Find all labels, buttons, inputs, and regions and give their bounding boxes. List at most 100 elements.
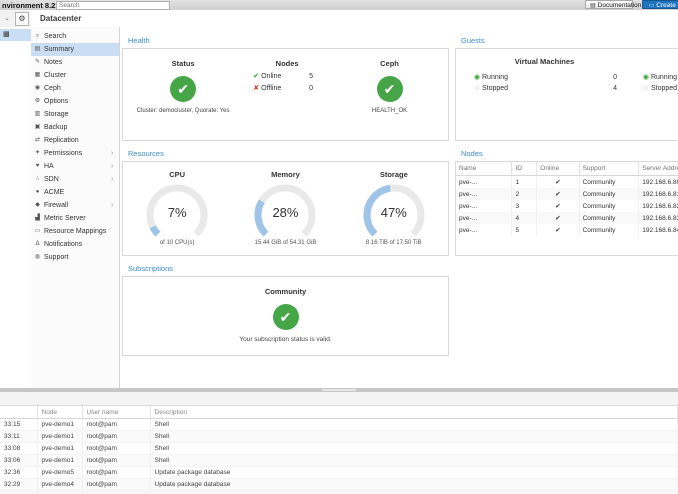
sidebar-item-resource-mappings[interactable]: ▭Resource Mappings (31, 225, 119, 238)
tree-item-datacenter[interactable]: ▩ (0, 29, 31, 41)
node-support: Community (579, 200, 639, 212)
documentation-button[interactable]: ▤Documentation (585, 0, 633, 9)
log-column-header-user-name[interactable]: User name (82, 406, 150, 419)
lxc-stopped-label: Stopped (651, 85, 678, 92)
sidebar-item-ceph[interactable]: ◉Ceph (31, 82, 119, 95)
book-icon: ▤ (590, 3, 596, 9)
replication-icon: ⇄ (31, 134, 44, 147)
nodes-table-header: NameIDOnlineSupportServer AddressCPU usa… (456, 162, 678, 176)
page-header: Datacenter (31, 10, 678, 28)
sidebar-item-sdn[interactable]: ∴SDN› (31, 173, 119, 186)
lxc-guests-section: LXC ◉ Running ○ Stopped (635, 57, 678, 140)
book-icon: ▤ (31, 43, 44, 56)
sidebar-item-search[interactable]: ⌕Search (31, 30, 119, 43)
sidebar-item-firewall[interactable]: ◆Firewall› (31, 199, 119, 212)
node-row[interactable]: pve-...1✔Community192.168.6.808% (456, 176, 678, 189)
online-label: Online (261, 73, 309, 80)
node-row[interactable]: pve-...4✔Community192.168.6.836% (456, 212, 678, 224)
task-user: root@pam (82, 479, 150, 491)
task-log-row[interactable]: 33:15pve-demo1root@pamShell (0, 419, 678, 431)
task-log-table: NodeUser nameDescription 33:15pve-demo1r… (0, 406, 678, 491)
sidebar-item-label: Notes (44, 56, 111, 69)
resource-tree[interactable]: ▩ (0, 27, 32, 388)
tree-settings-button[interactable]: ⚙ (15, 12, 29, 26)
submenu-arrow-icon: › (111, 160, 119, 173)
column-header-online[interactable]: Online (537, 162, 579, 176)
offline-label: Offline (261, 85, 309, 92)
gauge-percent: 28% (235, 205, 335, 220)
resources-panel-title: Resources (122, 146, 449, 161)
column-header-id[interactable]: ID (512, 162, 537, 176)
guests-panel: Guests Virtual Machines ◉ Running 0 ○ St… (455, 33, 678, 141)
sidebar-item-cluster[interactable]: ▦Cluster (31, 69, 119, 82)
task-user: root@pam (82, 467, 150, 479)
sidebar-item-notifications[interactable]: ΔNotifications (31, 238, 119, 251)
log-column-header-description[interactable]: Description (150, 406, 678, 419)
task-log-row[interactable]: 33:08pve-demo1root@pamShell (0, 443, 678, 455)
node-id: 1 (512, 176, 537, 189)
column-header-server-address[interactable]: Server Address (639, 162, 678, 176)
health-panel-box: Status ✔ Cluster: democluster, Quorate: … (122, 48, 449, 141)
create-vm-button[interactable]: ▭Create VM (642, 0, 678, 9)
sidebar-item-replication[interactable]: ⇄Replication (31, 134, 119, 147)
sidebar-item-label: ACME (44, 186, 111, 199)
task-description: Update package database (150, 467, 678, 479)
node-support: Community (579, 176, 639, 189)
sidebar-item-label: Resource Mappings (44, 225, 111, 238)
network-icon: ∴ (31, 173, 44, 186)
sidebar-item-storage[interactable]: ▥Storage (31, 108, 119, 121)
vm-stopped-row: ○ Stopped 4 (466, 85, 623, 92)
sidebar-item-label: Firewall (44, 199, 111, 212)
bell-icon: Δ (31, 238, 44, 251)
sidebar-item-options[interactable]: ⚙Options (31, 95, 119, 108)
task-log-row[interactable]: 33:11pve-demo1root@pamShell (0, 431, 678, 443)
log-column-header-time[interactable] (0, 406, 37, 419)
sidebar-item-label: Storage (44, 108, 111, 121)
sidebar-item-permissions[interactable]: ✦Permissions› (31, 147, 119, 160)
sidebar-item-notes[interactable]: ✎Notes (31, 56, 119, 69)
lxc-stopped-row: ○ Stopped (635, 85, 678, 92)
node-id: 4 (512, 212, 537, 224)
sidebar-item-backup[interactable]: ▣Backup (31, 121, 119, 134)
lifering-icon: ◍ (31, 251, 44, 264)
node-name: pve-... (456, 224, 512, 236)
sidebar-item-metric-server[interactable]: ▟Metric Server (31, 212, 119, 225)
gauge-arc: 28% (235, 181, 335, 239)
sidebar-item-support[interactable]: ◍Support (31, 251, 119, 264)
proxmox-app: nvironment 8.2.1 ▤Documentation ▭Create … (0, 0, 678, 494)
task-log-row[interactable]: 33:06pve-demo1root@pamShell (0, 455, 678, 467)
node-row[interactable]: pve-...5✔Community192.168.6.847% (456, 224, 678, 236)
datacenter-menu: ⌕Search▤Summary✎Notes▦Cluster◉Ceph⚙Optio… (31, 27, 120, 388)
sidebar-item-label: SDN (44, 173, 111, 186)
sidebar-item-acme[interactable]: ●ACME (31, 186, 119, 199)
node-id: 3 (512, 200, 537, 212)
submenu-arrow-icon: › (111, 199, 119, 212)
sidebar-item-label: Replication (44, 134, 111, 147)
ceph-ok-icon: ✔ (377, 76, 403, 102)
gauge-heading: Storage (340, 170, 448, 179)
guests-panel-box: Virtual Machines ◉ Running 0 ○ Stopped 4 (455, 48, 678, 141)
sidebar-item-label: Support (44, 251, 111, 264)
chevron-down-icon[interactable]: ⌄ (4, 14, 10, 22)
sidebar-item-ha[interactable]: ♥HA› (31, 160, 119, 173)
task-log-row[interactable]: 32:29pve-demo4root@pamUpdate package dat… (0, 479, 678, 491)
sidebar-item-summary[interactable]: ▤Summary (31, 43, 119, 56)
submenu-arrow-icon: › (111, 147, 119, 160)
tree-controls: ⌄ ⚙ (0, 10, 32, 28)
folder-icon: ▭ (31, 225, 44, 238)
search-input[interactable] (56, 1, 170, 10)
subscription-ok-icon: ✔ (273, 304, 299, 330)
gauge-caption: 8.16 TiB of 17.50 TiB (340, 240, 448, 246)
subscriptions-panel: Subscriptions Community ✔ Your subscript… (122, 261, 449, 356)
task-log-header: NodeUser nameDescription (0, 406, 678, 419)
gauge-percent: 7% (127, 205, 227, 220)
task-log-row[interactable]: 32:36pve-demo5root@pamUpdate package dat… (0, 467, 678, 479)
log-column-header-node[interactable]: Node (37, 406, 82, 419)
sidebar-item-label: Permissions (44, 147, 111, 160)
node-row[interactable]: pve-...3✔Community192.168.6.826% (456, 200, 678, 212)
node-row[interactable]: pve-...2✔Community192.168.6.817% (456, 188, 678, 200)
resources-panel: Resources CPU7%of 10 CPU(s)Memory28%15.4… (122, 146, 449, 256)
column-header-name[interactable]: Name (456, 162, 512, 176)
column-header-support[interactable]: Support (579, 162, 639, 176)
task-description: Shell (150, 419, 678, 431)
